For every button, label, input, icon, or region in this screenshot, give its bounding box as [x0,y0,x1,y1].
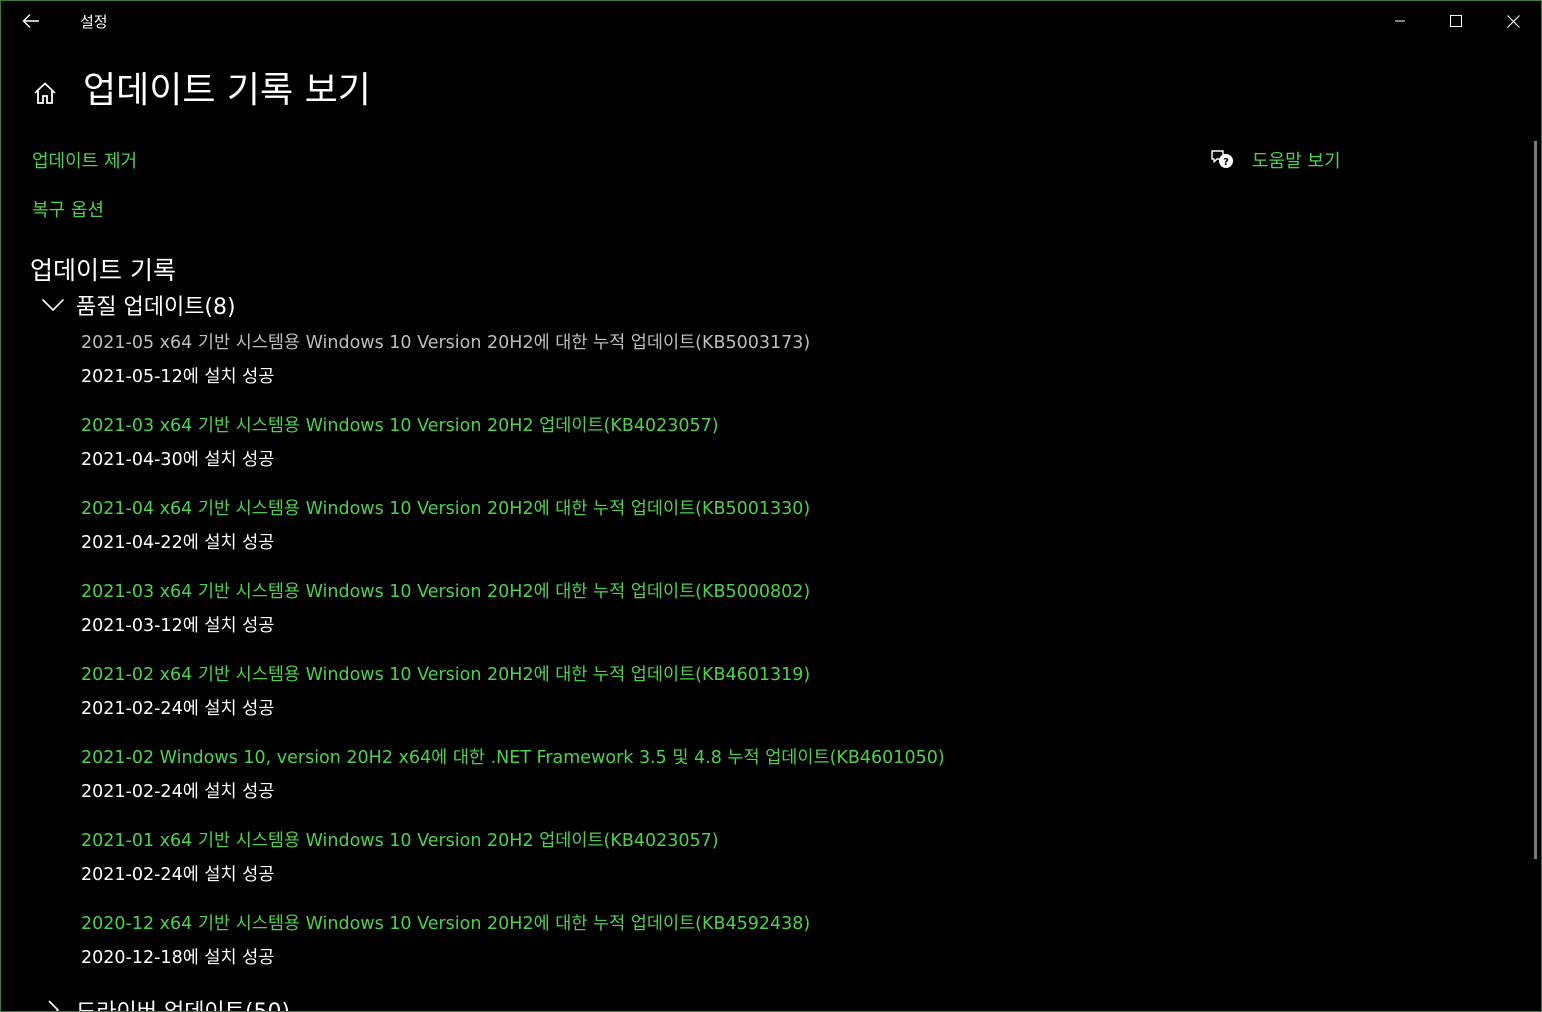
update-status: 2021-02-24에 설치 성공 [81,699,275,719]
maximize-icon [1450,15,1462,27]
update-status: 2021-02-24에 설치 성공 [81,865,275,885]
list-item: 2021-02 x64 기반 시스템용 Windows 10 Version 2… [81,659,1381,742]
group-header-quality[interactable]: 품질 업데이트(8) [39,290,236,320]
close-button[interactable] [1485,1,1541,41]
update-link[interactable]: 2021-02 x64 기반 시스템용 Windows 10 Version 2… [81,661,810,686]
chevron-down-icon [39,291,67,319]
update-status: 2021-02-24에 설치 성공 [81,782,275,802]
list-item: 2020-12 x64 기반 시스템용 Windows 10 Version 2… [81,908,1381,991]
help-link[interactable]: 도움말 보기 [1252,147,1341,173]
list-item: 2021-03 x64 기반 시스템용 Windows 10 Version 2… [81,576,1381,659]
update-status: 2020-12-18에 설치 성공 [81,948,275,968]
svg-text:?: ? [1223,157,1229,168]
update-status: 2021-05-12에 설치 성공 [81,367,275,387]
scrollbar[interactable] [1534,141,1537,859]
remove-updates-link[interactable]: 업데이트 제거 [32,147,137,173]
list-item: 2021-03 x64 기반 시스템용 Windows 10 Version 2… [81,410,1381,493]
close-icon [1506,14,1520,28]
group-label: 품질 업데이트(8) [76,295,236,320]
section-title: 업데이트 기록 [30,256,176,285]
title-bar: 설정 [1,1,1541,41]
chat-help-icon[interactable]: ? [1209,146,1235,172]
app-title: 설정 [80,13,108,31]
page-title: 업데이트 기록 보기 [83,70,371,111]
update-link[interactable]: 2021-01 x64 기반 시스템용 Windows 10 Version 2… [81,827,719,852]
list-item: 2021-05 x64 기반 시스템용 Windows 10 Version 2… [81,327,1381,410]
settings-window: 설정 업데이트 기록 보기 업데이트 제거 복구 옵션 ? 도움말 보기 업데이… [0,0,1542,1012]
minimize-icon [1395,20,1405,22]
update-link[interactable]: 2021-03 x64 기반 시스템용 Windows 10 Version 2… [81,578,810,603]
update-list: 2021-05 x64 기반 시스템용 Windows 10 Version 2… [81,327,1381,991]
minimize-button[interactable] [1372,1,1428,41]
chevron-right-icon [39,996,67,1011]
update-link[interactable]: 2020-12 x64 기반 시스템용 Windows 10 Version 2… [81,910,810,935]
update-link[interactable]: 2021-03 x64 기반 시스템용 Windows 10 Version 2… [81,412,719,437]
update-link[interactable]: 2021-02 Windows 10, version 20H2 x64에 대한… [81,744,945,769]
back-button[interactable] [11,3,51,39]
update-status: 2021-03-12에 설치 성공 [81,616,275,636]
list-item: 2021-01 x64 기반 시스템용 Windows 10 Version 2… [81,825,1381,908]
maximize-button[interactable] [1428,1,1484,41]
group-label: 드라이버 업데이트(50) [76,994,290,1011]
update-link[interactable]: 2021-05 x64 기반 시스템용 Windows 10 Version 2… [81,329,810,354]
group-header-driver[interactable]: 드라이버 업데이트(50) [39,994,290,1011]
update-status: 2021-04-30에 설치 성공 [81,450,275,470]
arrow-left-icon [22,14,39,28]
update-status: 2021-04-22에 설치 성공 [81,533,275,553]
home-icon [34,82,56,104]
list-item: 2021-04 x64 기반 시스템용 Windows 10 Version 2… [81,493,1381,576]
home-button[interactable] [31,79,59,107]
update-link[interactable]: 2021-04 x64 기반 시스템용 Windows 10 Version 2… [81,495,810,520]
recovery-options-link[interactable]: 복구 옵션 [32,196,104,222]
list-item: 2021-02 Windows 10, version 20H2 x64에 대한… [81,742,1381,825]
